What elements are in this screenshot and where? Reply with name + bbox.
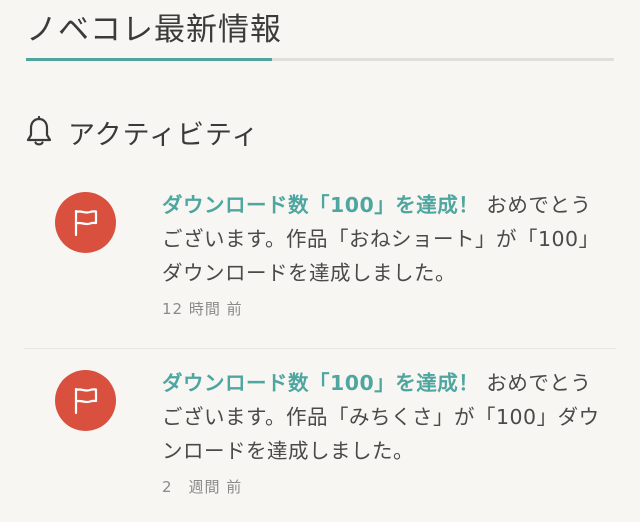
activity-avatar (55, 192, 116, 253)
activity-message: ダウンロード数「100」を達成！ おめでとうございます。作品「おねショート」が「… (162, 188, 602, 290)
activity-section-header: アクティビティ (24, 112, 259, 152)
activity-divider (24, 348, 616, 349)
header-accent-underline (26, 58, 272, 61)
flag-icon (74, 209, 98, 237)
activity-highlight[interactable]: ダウンロード数「100」を達成！ (162, 193, 479, 217)
activity-timestamp: 12 時間 前 (162, 300, 243, 318)
bell-icon (26, 116, 52, 146)
page-title: ノベコレ最新情報 (26, 12, 282, 48)
header: ノベコレ最新情報 (26, 8, 614, 61)
activity-highlight[interactable]: ダウンロード数「100」を達成！ (162, 371, 479, 395)
activity-avatar (55, 370, 116, 431)
flag-icon (74, 387, 98, 415)
activity-message: ダウンロード数「100」を達成！ おめでとうございます。作品「みちくさ」が「10… (162, 366, 602, 468)
page: ノベコレ最新情報 アクティビティ ダウンロード数「100」を達成！ おめでとうご… (0, 0, 640, 522)
section-title: アクティビティ (68, 119, 260, 151)
activity-timestamp: 2 週間 前 (162, 478, 243, 496)
